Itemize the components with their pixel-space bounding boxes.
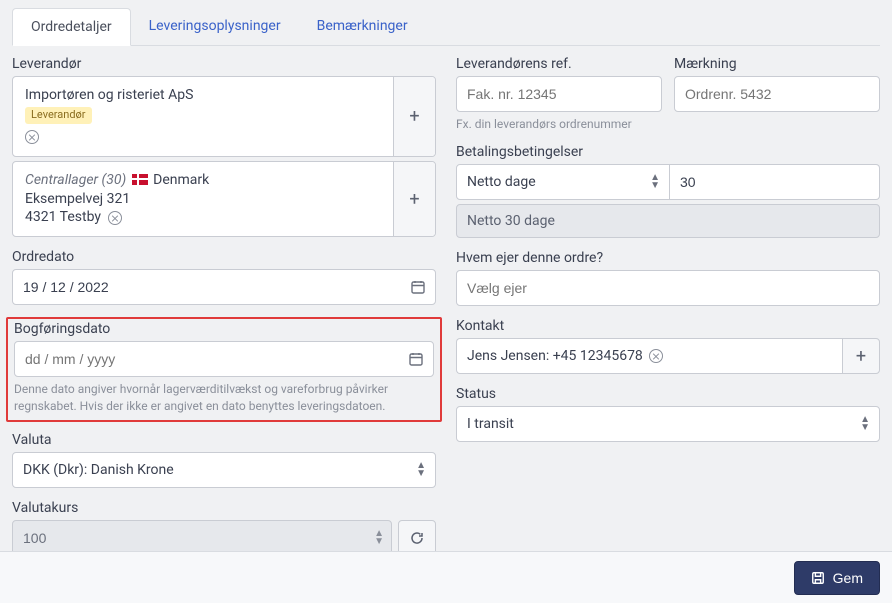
status-select[interactable]: I transit (456, 406, 880, 442)
chevron-updown-icon: ▲▼ (416, 462, 426, 478)
payment-terms-label: Betalingsbetingelser (456, 144, 880, 160)
currency-select[interactable]: DKK (Dkr): Danish Krone (12, 452, 436, 488)
chevron-updown-icon: ▲▼ (860, 416, 870, 432)
supplier-name: Importøren og risteriet ApS (25, 86, 381, 105)
payment-terms-type-value: Netto dage (467, 174, 536, 190)
vendor-ref-label: Leverandørens ref. (456, 56, 662, 72)
contact-field[interactable]: Jens Jensen: +45 12345678 (456, 338, 842, 374)
order-date-label: Ordredato (12, 249, 436, 265)
payment-terms-summary: Netto 30 dage (456, 204, 880, 238)
posting-date-help: Denne dato angiver hvornår lagerværditil… (14, 381, 434, 413)
flag-dk-icon (132, 174, 148, 185)
clear-supplier-icon[interactable] (25, 130, 39, 144)
payment-terms-days-input[interactable] (670, 164, 880, 200)
status-label: Status (456, 386, 880, 402)
save-icon (811, 571, 825, 585)
location-addr1: Eksempelvej 321 (25, 190, 381, 209)
marking-label: Mærkning (674, 56, 880, 72)
clear-location-icon[interactable] (108, 211, 122, 225)
posting-date-highlight: Bogføringsdato Denne dato angiver hvornå… (6, 317, 442, 421)
location-addr2: 4321 Testby (25, 209, 101, 225)
supplier-badge: Leverandør (25, 107, 92, 124)
currency-value: DKK (Dkr): Danish Krone (23, 462, 174, 478)
save-button[interactable]: Gem (794, 561, 880, 595)
save-label: Gem (833, 570, 863, 586)
tab-order-details[interactable]: Ordredetaljer (12, 8, 131, 46)
owner-input[interactable] (456, 270, 880, 306)
clear-contact-icon[interactable] (649, 349, 663, 363)
exchange-rate-label: Valutakurs (12, 500, 436, 516)
status-value: I transit (467, 416, 514, 432)
posting-date-label: Bogføringsdato (14, 321, 434, 337)
marking-input[interactable] (674, 76, 880, 112)
location-name: Centrallager (30) (25, 172, 126, 188)
contact-value: Jens Jensen: +45 12345678 (467, 348, 643, 364)
calendar-icon[interactable] (410, 279, 426, 295)
chevron-updown-icon: ▲▼ (650, 174, 660, 190)
stepper-icon[interactable]: ▲▼ (374, 530, 384, 546)
tab-delivery-info[interactable]: Leveringsoplysninger (131, 8, 299, 45)
order-date-input[interactable] (12, 269, 436, 305)
add-location-button[interactable]: + (393, 162, 435, 237)
add-supplier-button[interactable]: + (393, 77, 435, 156)
currency-label: Valuta (12, 432, 436, 448)
location-card: Centrallager (30) Denmark Eksempelvej 32… (12, 161, 436, 238)
contact-label: Kontakt (456, 318, 880, 334)
posting-date-input[interactable] (14, 341, 434, 377)
tabs: Ordredetaljer Leveringsoplysninger Bemær… (12, 8, 880, 46)
owner-label: Hvem ejer denne ordre? (456, 250, 880, 266)
payment-terms-type-select[interactable]: Netto dage (456, 164, 670, 200)
tab-remarks[interactable]: Bemærkninger (299, 8, 426, 45)
vendor-ref-input[interactable] (456, 76, 662, 112)
add-contact-button[interactable]: + (842, 338, 880, 374)
footer-bar: Gem (0, 551, 892, 603)
supplier-card: Importøren og risteriet ApS Leverandør + (12, 76, 436, 157)
supplier-label: Leverandør (12, 56, 436, 72)
location-country: Denmark (153, 172, 209, 188)
vendor-ref-help: Fx. din leverandørs ordrenummer (456, 116, 662, 132)
calendar-icon[interactable] (408, 351, 424, 367)
